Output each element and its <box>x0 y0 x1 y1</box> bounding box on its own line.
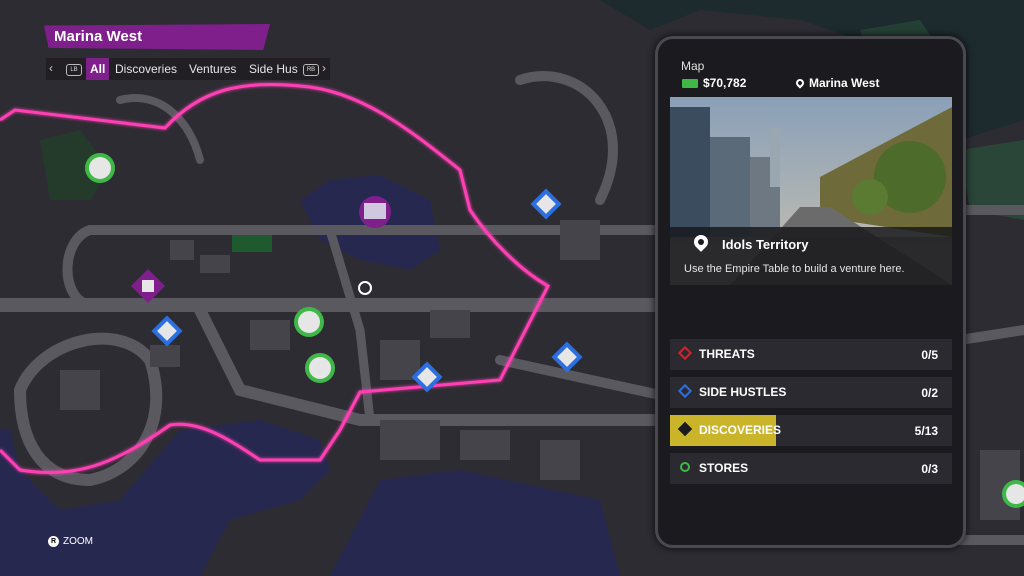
category-label: DISCOVERIES <box>699 423 782 437</box>
filter-tabs: ‹ LB All Discoveries Ventures Side Hus R… <box>46 58 330 80</box>
category-label: THREATS <box>699 347 755 361</box>
category-threats[interactable]: THREATS 0/5 <box>670 339 952 370</box>
money-value: $70,782 <box>703 76 747 90</box>
venture-description: Use the Empire Table to build a venture … <box>684 263 905 275</box>
store-marker[interactable] <box>305 353 335 383</box>
category-label: STORES <box>699 461 749 475</box>
store-marker[interactable] <box>85 153 115 183</box>
category-count: 0/2 <box>921 386 938 400</box>
tab-all[interactable]: All <box>86 58 110 80</box>
category-side-hustles[interactable]: SIDE HUSTLES 0/2 <box>670 377 952 408</box>
rb-button-hint: RB <box>303 64 319 76</box>
category-count: 5/13 <box>914 424 938 438</box>
location-pin-icon <box>794 77 806 89</box>
lb-button-hint: LB <box>66 64 82 76</box>
zoom-hint: R ZOOM <box>48 536 93 547</box>
money-display: $70,782 <box>682 76 746 90</box>
category-stores[interactable]: STORES 0/3 <box>670 453 952 484</box>
zoom-label: ZOOM <box>63 536 93 547</box>
store-marker[interactable] <box>294 307 324 337</box>
chevron-right-icon[interactable]: › <box>322 61 326 75</box>
tab-side-hustles[interactable]: Side Hus <box>249 62 298 76</box>
category-label: SIDE HUSTLES <box>699 385 787 399</box>
venture-marker[interactable] <box>359 196 391 228</box>
diamond-icon <box>677 345 693 361</box>
r-stick-icon: R <box>48 536 59 547</box>
venture-info: Idols Territory Use the Empire Table to … <box>670 227 952 285</box>
cash-icon <box>682 78 698 88</box>
chevron-left-icon[interactable]: ‹ <box>49 61 53 75</box>
current-location: Marina West <box>794 76 880 90</box>
region-title-text: Marina West <box>54 28 143 45</box>
category-discoveries[interactable]: DISCOVERIES 5/13 <box>670 415 952 446</box>
diamond-icon <box>677 383 693 399</box>
category-count: 0/3 <box>921 462 938 476</box>
location-pin-icon <box>691 232 711 252</box>
phone-map-panel: Map $70,782 Marina West Idols Territory … <box>655 36 966 548</box>
location-name: Marina West <box>809 76 880 90</box>
category-count: 0/5 <box>921 348 938 362</box>
region-title: Marina West <box>44 24 270 50</box>
phone-header: Map <box>681 59 705 73</box>
tab-ventures[interactable]: Ventures <box>189 62 236 76</box>
venture-title: Idols Territory <box>722 237 809 252</box>
shield-icon <box>680 462 690 472</box>
tab-discoveries[interactable]: Discoveries <box>115 62 177 76</box>
